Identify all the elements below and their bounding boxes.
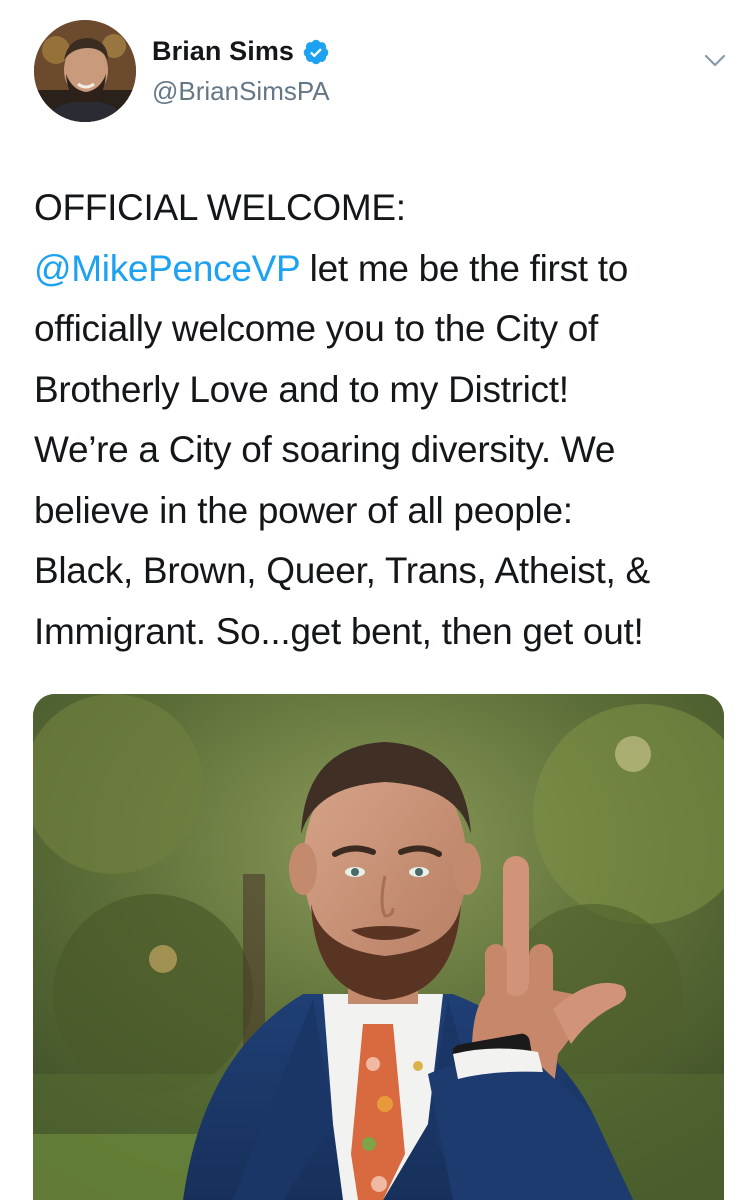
tweet-photo[interactable]	[33, 694, 724, 1200]
tweet-line: Black, Brown, Queer, Trans, Atheist, &	[34, 550, 650, 591]
tweet-line: We’re a City of soaring diversity. We	[34, 429, 616, 470]
tweet-line: @MikePenceVP let me be the first to	[34, 239, 734, 300]
tweet-line: believe in the power of all people:	[34, 489, 573, 531]
tweet-line: OFFICIAL WELCOME:	[34, 187, 406, 228]
tweet-line-text: let me be the first to	[299, 247, 629, 289]
tweet-menu-button[interactable]	[700, 48, 730, 72]
tweet-line: Immigrant. So...get bent, then get out!	[34, 610, 644, 652]
tweet-line: officially welcome you to the City of	[34, 308, 599, 349]
author-name-row[interactable]: Brian Sims	[152, 36, 330, 67]
verified-badge-icon	[302, 38, 330, 66]
tweet-line: Brotherly Love and to my District!	[34, 368, 569, 410]
chevron-down-icon	[704, 54, 726, 67]
mention-link[interactable]: @MikePenceVP	[34, 248, 300, 289]
tweet-text: OFFICIAL WELCOME: @MikePenceVP let me be…	[34, 178, 734, 662]
tweet-card: Brian Sims @BrianSimsPA OFFICIAL WELCOME…	[0, 0, 756, 1200]
author-display-name[interactable]: Brian Sims	[152, 36, 294, 67]
author-handle[interactable]: @BrianSimsPA	[152, 76, 330, 107]
avatar[interactable]	[34, 20, 136, 122]
